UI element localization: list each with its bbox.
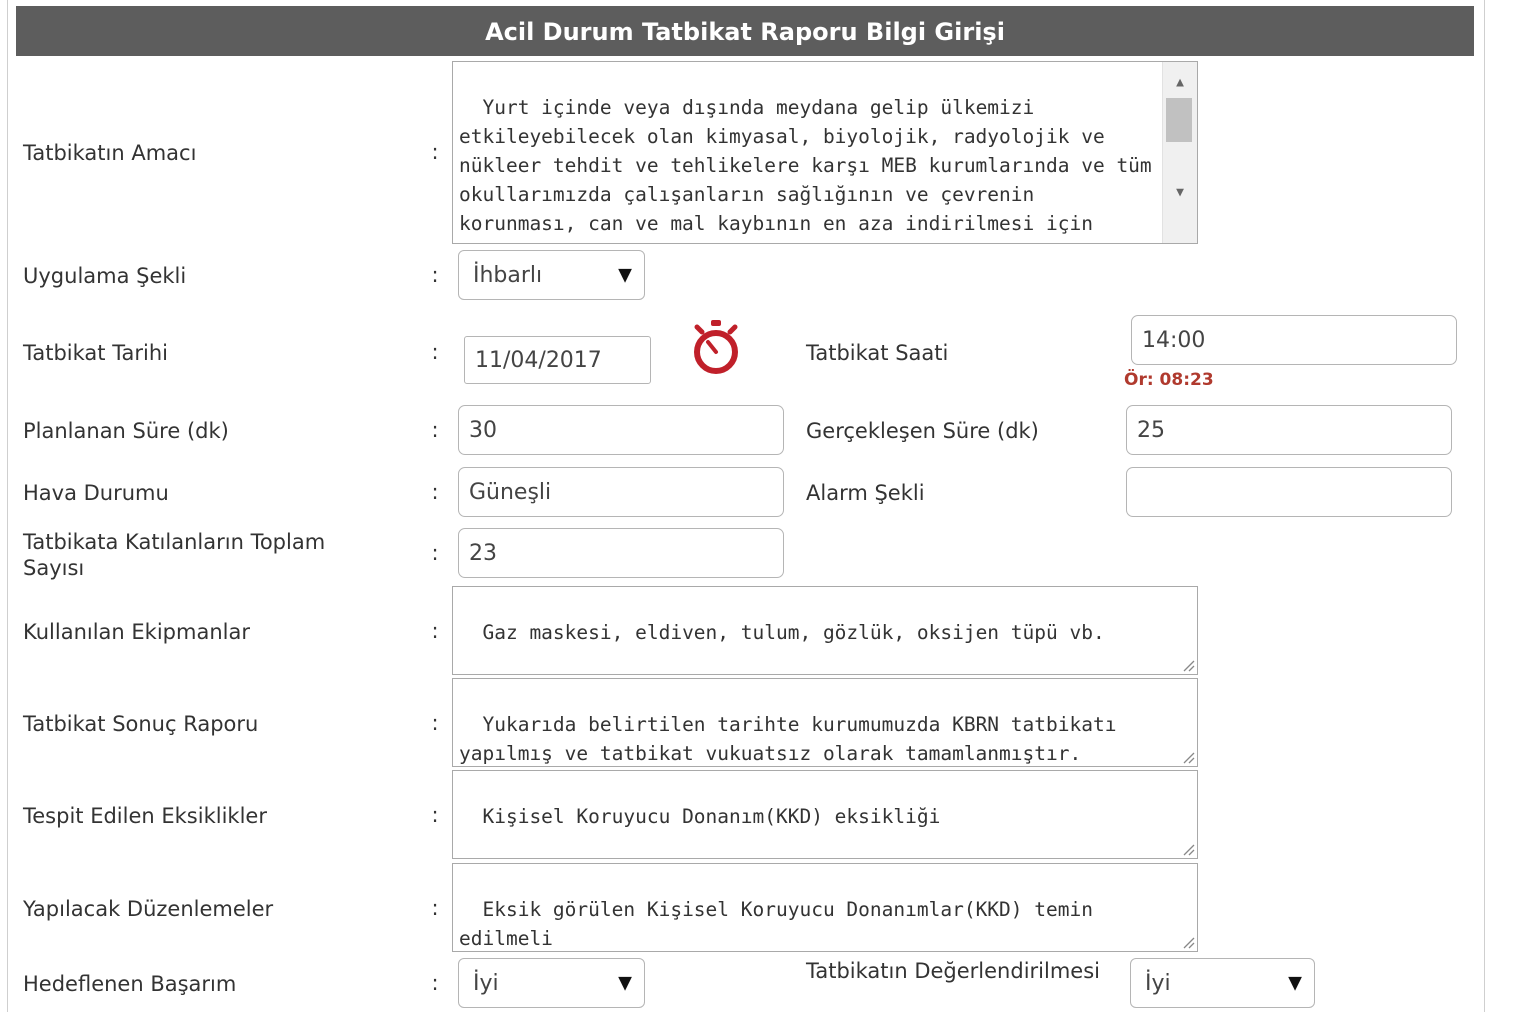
application-type-select[interactable]: İhbarlı ▼ xyxy=(458,250,645,300)
scroll-down-icon[interactable]: ▼ xyxy=(1163,178,1197,207)
separator: : xyxy=(431,896,439,920)
equipment-label: Kullanılan Ekipmanlar xyxy=(23,620,250,644)
equipment-textarea[interactable]: Gaz maskesi, eldiven, tulum, gözlük, oks… xyxy=(452,586,1198,675)
chevron-down-icon: ▼ xyxy=(618,264,632,286)
evaluation-select[interactable]: İyi ▼ xyxy=(1130,958,1315,1008)
target-performance-label: Hedeflenen Başarım xyxy=(23,972,237,996)
participants-label: Tatbikata Katılanların Toplam Sayısı xyxy=(23,530,326,580)
deficiencies-text: Kişisel Koruyucu Donanım(KKD) eksikliği xyxy=(482,805,941,828)
separator: : xyxy=(431,541,439,565)
target-performance-value: İyi xyxy=(473,970,499,996)
separator: : xyxy=(431,971,439,995)
improvements-text: Eksik görülen Kişisel Koruyucu Donanımla… xyxy=(459,898,1105,950)
weather-label: Hava Durumu xyxy=(23,481,169,505)
improvements-textarea[interactable]: Eksik görülen Kişisel Koruyucu Donanımla… xyxy=(452,863,1198,952)
evaluation-label: Tatbikatın Değerlendirilmesi xyxy=(806,959,1100,983)
actual-duration-label: Gerçekleşen Süre (dk) xyxy=(806,419,1039,443)
purpose-text: Yurt içinde veya dışında meydana gelip ü… xyxy=(459,96,1152,243)
drill-date-input[interactable]: 11/04/2017 xyxy=(464,336,651,384)
drill-date-label: Tatbikat Tarihi xyxy=(23,341,169,365)
separator: : xyxy=(431,803,439,827)
result-report-label: Tatbikat Sonuç Raporu xyxy=(23,712,259,736)
separator: : xyxy=(431,418,439,442)
resize-grip-icon[interactable] xyxy=(1181,750,1195,764)
actual-duration-input[interactable]: 25 xyxy=(1126,405,1452,455)
drill-time-input[interactable]: 14:00 xyxy=(1131,315,1457,365)
weather-input[interactable]: Güneşli xyxy=(458,467,784,517)
drill-date-value: 11/04/2017 xyxy=(475,347,602,373)
alarm-type-label: Alarm Şekli xyxy=(806,481,925,505)
separator: : xyxy=(431,340,439,364)
chevron-down-icon: ▼ xyxy=(1288,972,1302,994)
purpose-label: Tatbikatın Amacı xyxy=(23,141,197,165)
evaluation-value: İyi xyxy=(1145,970,1171,996)
planned-duration-value: 30 xyxy=(469,417,497,443)
chevron-down-icon: ▼ xyxy=(618,972,632,994)
separator: : xyxy=(431,711,439,735)
participants-value: 23 xyxy=(469,540,497,566)
result-report-textarea[interactable]: Yukarıda belirtilen tarihte kurumumuzda … xyxy=(452,678,1198,767)
actual-duration-value: 25 xyxy=(1137,417,1165,443)
resize-grip-icon[interactable] xyxy=(1181,935,1195,949)
result-report-text: Yukarıda belirtilen tarihte kurumumuzda … xyxy=(459,713,1129,765)
planned-duration-input[interactable]: 30 xyxy=(458,405,784,455)
target-performance-select[interactable]: İyi ▼ xyxy=(458,958,645,1008)
alarm-type-input[interactable] xyxy=(1126,467,1452,517)
form-title: Acil Durum Tatbikat Raporu Bilgi Girişi xyxy=(16,6,1474,56)
weather-value: Güneşli xyxy=(469,479,552,505)
stopwatch-icon[interactable] xyxy=(690,318,742,376)
separator: : xyxy=(431,619,439,643)
deficiencies-textarea[interactable]: Kişisel Koruyucu Donanım(KKD) eksikliği xyxy=(452,770,1198,859)
application-type-value: İhbarlı xyxy=(473,262,543,288)
purpose-textarea[interactable]: Yurt içinde veya dışında meydana gelip ü… xyxy=(452,61,1198,244)
resize-grip-icon[interactable] xyxy=(1181,842,1195,856)
scroll-up-icon[interactable]: ▲ xyxy=(1163,68,1197,97)
scroll-thumb[interactable] xyxy=(1166,98,1192,142)
time-format-hint: Ör: 08:23 xyxy=(1124,370,1214,390)
scrollbar[interactable]: ▲ ▼ xyxy=(1162,62,1197,243)
drill-time-value: 14:00 xyxy=(1142,327,1206,353)
application-type-label: Uygulama Şekli xyxy=(23,264,187,288)
separator: : xyxy=(431,263,439,287)
drill-time-label: Tatbikat Saati xyxy=(806,341,949,365)
participants-input[interactable]: 23 xyxy=(458,528,784,578)
separator: : xyxy=(431,480,439,504)
resize-grip-icon[interactable] xyxy=(1181,658,1195,672)
planned-duration-label: Planlanan Süre (dk) xyxy=(23,419,229,443)
deficiencies-label: Tespit Edilen Eksiklikler xyxy=(23,804,267,828)
separator: : xyxy=(431,140,439,164)
equipment-text: Gaz maskesi, eldiven, tulum, gözlük, oks… xyxy=(482,621,1105,644)
improvements-label: Yapılacak Düzenlemeler xyxy=(23,897,274,921)
